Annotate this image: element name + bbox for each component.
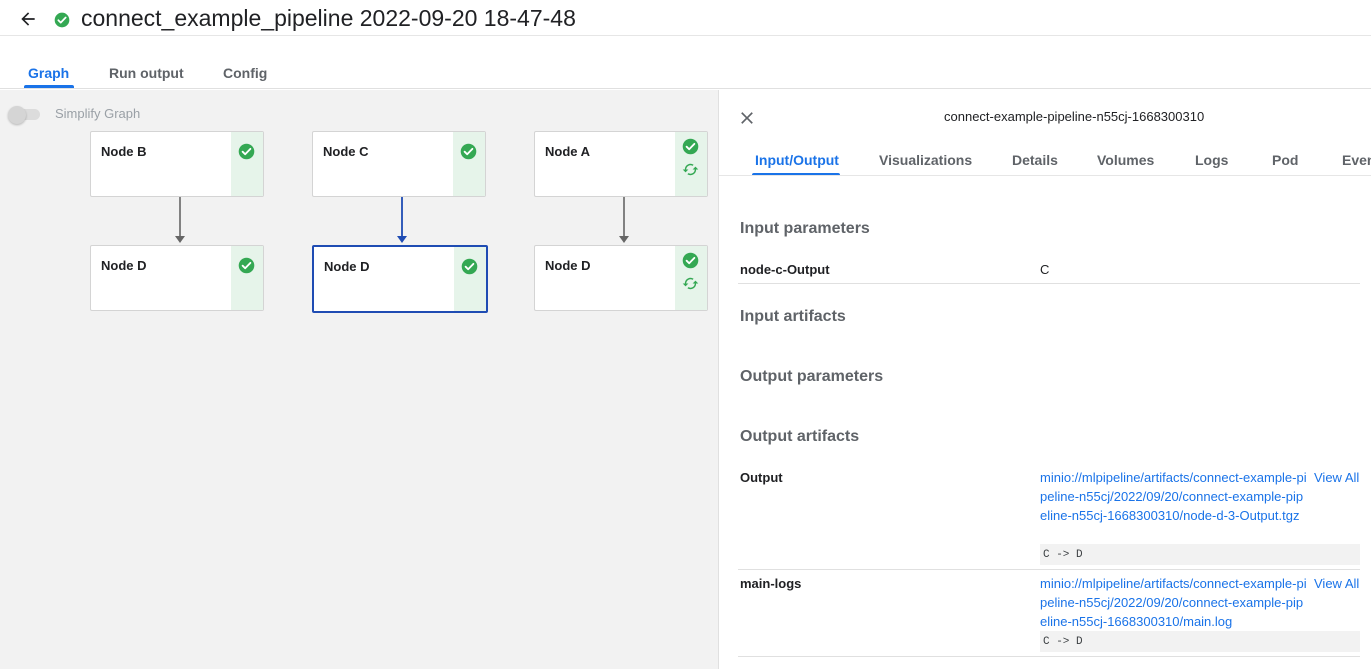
- toggle-thumb: [8, 106, 26, 124]
- graph-node-c[interactable]: Node C: [312, 131, 486, 197]
- page-title: connect_example_pipeline 2022-09-20 18-4…: [81, 5, 576, 31]
- node-status-column: [454, 247, 486, 311]
- panel-tab-details[interactable]: Details: [1012, 152, 1058, 168]
- panel-tab-input-output[interactable]: Input/Output: [755, 152, 839, 168]
- node-label: Node D: [101, 258, 147, 273]
- artifact-key: Output: [740, 470, 783, 485]
- panel-tabs: Input/Output Visualizations Details Volu…: [719, 144, 1371, 176]
- panel-title: connect-example-pipeline-n55cj-166830031…: [944, 109, 1205, 124]
- section-output-parameters: Output parameters: [740, 368, 884, 385]
- node-label: Node C: [323, 144, 369, 159]
- back-button[interactable]: [14, 6, 42, 32]
- node-label: Node B: [101, 144, 147, 159]
- graph-edge-b-d: [175, 197, 185, 243]
- node-status-column: [231, 132, 263, 196]
- artifact-preview: C -> D: [1040, 544, 1360, 565]
- success-check-icon: [238, 257, 255, 274]
- success-check-icon: [460, 143, 477, 160]
- main-tabs: Graph Run output Config: [0, 36, 1371, 89]
- cached-icon: [682, 163, 699, 176]
- section-input-artifacts: Input artifacts: [740, 308, 846, 325]
- param-value: C: [1040, 262, 1050, 277]
- tab-config[interactable]: Config: [223, 65, 267, 81]
- graph-node-d-1[interactable]: Node D: [90, 245, 264, 311]
- node-status-column: [675, 132, 707, 196]
- section-output-artifacts: Output artifacts: [740, 428, 860, 445]
- node-label: Node D: [545, 258, 591, 273]
- graph-canvas[interactable]: Simplify Graph Node B Node C Node A Node…: [0, 90, 718, 669]
- param-key: node-c-Output: [740, 262, 830, 277]
- panel-tab-visualizations[interactable]: Visualizations: [879, 152, 972, 168]
- active-tab-indicator: [24, 85, 74, 88]
- node-details-panel: connect-example-pipeline-n55cj-166830031…: [718, 90, 1371, 669]
- view-all-link[interactable]: View All: [1314, 470, 1359, 485]
- graph-edge-a-d: [619, 197, 629, 243]
- run-header: connect_example_pipeline 2022-09-20 18-4…: [0, 0, 1371, 36]
- simplify-graph-toggle[interactable]: [8, 106, 42, 124]
- graph-node-b[interactable]: Node B: [90, 131, 264, 197]
- divider: [738, 569, 1360, 570]
- node-status-column: [675, 246, 707, 310]
- divider: [738, 283, 1360, 284]
- view-all-link[interactable]: View All: [1314, 576, 1359, 591]
- graph-node-d-3[interactable]: Node D: [534, 245, 708, 311]
- close-icon[interactable]: [737, 108, 757, 128]
- graph-node-a[interactable]: Node A: [534, 131, 708, 197]
- success-check-icon: [238, 143, 255, 160]
- graph-node-d-selected[interactable]: Node D: [312, 245, 488, 313]
- panel-tab-pod[interactable]: Pod: [1272, 152, 1298, 168]
- node-status-column: [453, 132, 485, 196]
- tab-graph[interactable]: Graph: [28, 65, 69, 81]
- panel-tab-events[interactable]: Events: [1342, 152, 1371, 168]
- artifact-key: main-logs: [740, 576, 802, 591]
- simplify-graph-label: Simplify Graph: [55, 106, 141, 121]
- tab-run-output[interactable]: Run output: [109, 65, 184, 81]
- arrow-left-icon: [21, 12, 35, 26]
- section-input-parameters: Input parameters: [740, 220, 870, 237]
- artifact-preview: C -> D: [1040, 631, 1360, 652]
- success-check-icon: [461, 258, 478, 275]
- node-status-column: [231, 246, 263, 310]
- node-label: Node A: [545, 144, 591, 159]
- cached-icon: [682, 277, 699, 290]
- artifact-uri-link[interactable]: minio://mlpipeline/artifacts/connect-exa…: [1040, 574, 1310, 631]
- graph-edge-c-d: [397, 197, 407, 243]
- panel-tab-logs[interactable]: Logs: [1195, 152, 1228, 168]
- success-check-icon: [682, 252, 699, 269]
- active-panel-tab-indicator: [752, 173, 840, 175]
- panel-tab-volumes[interactable]: Volumes: [1097, 152, 1154, 168]
- success-check-icon: [54, 12, 70, 28]
- artifact-uri-link[interactable]: minio://mlpipeline/artifacts/connect-exa…: [1040, 468, 1310, 525]
- success-check-icon: [682, 138, 699, 155]
- node-label: Node D: [324, 259, 370, 274]
- divider: [738, 656, 1360, 657]
